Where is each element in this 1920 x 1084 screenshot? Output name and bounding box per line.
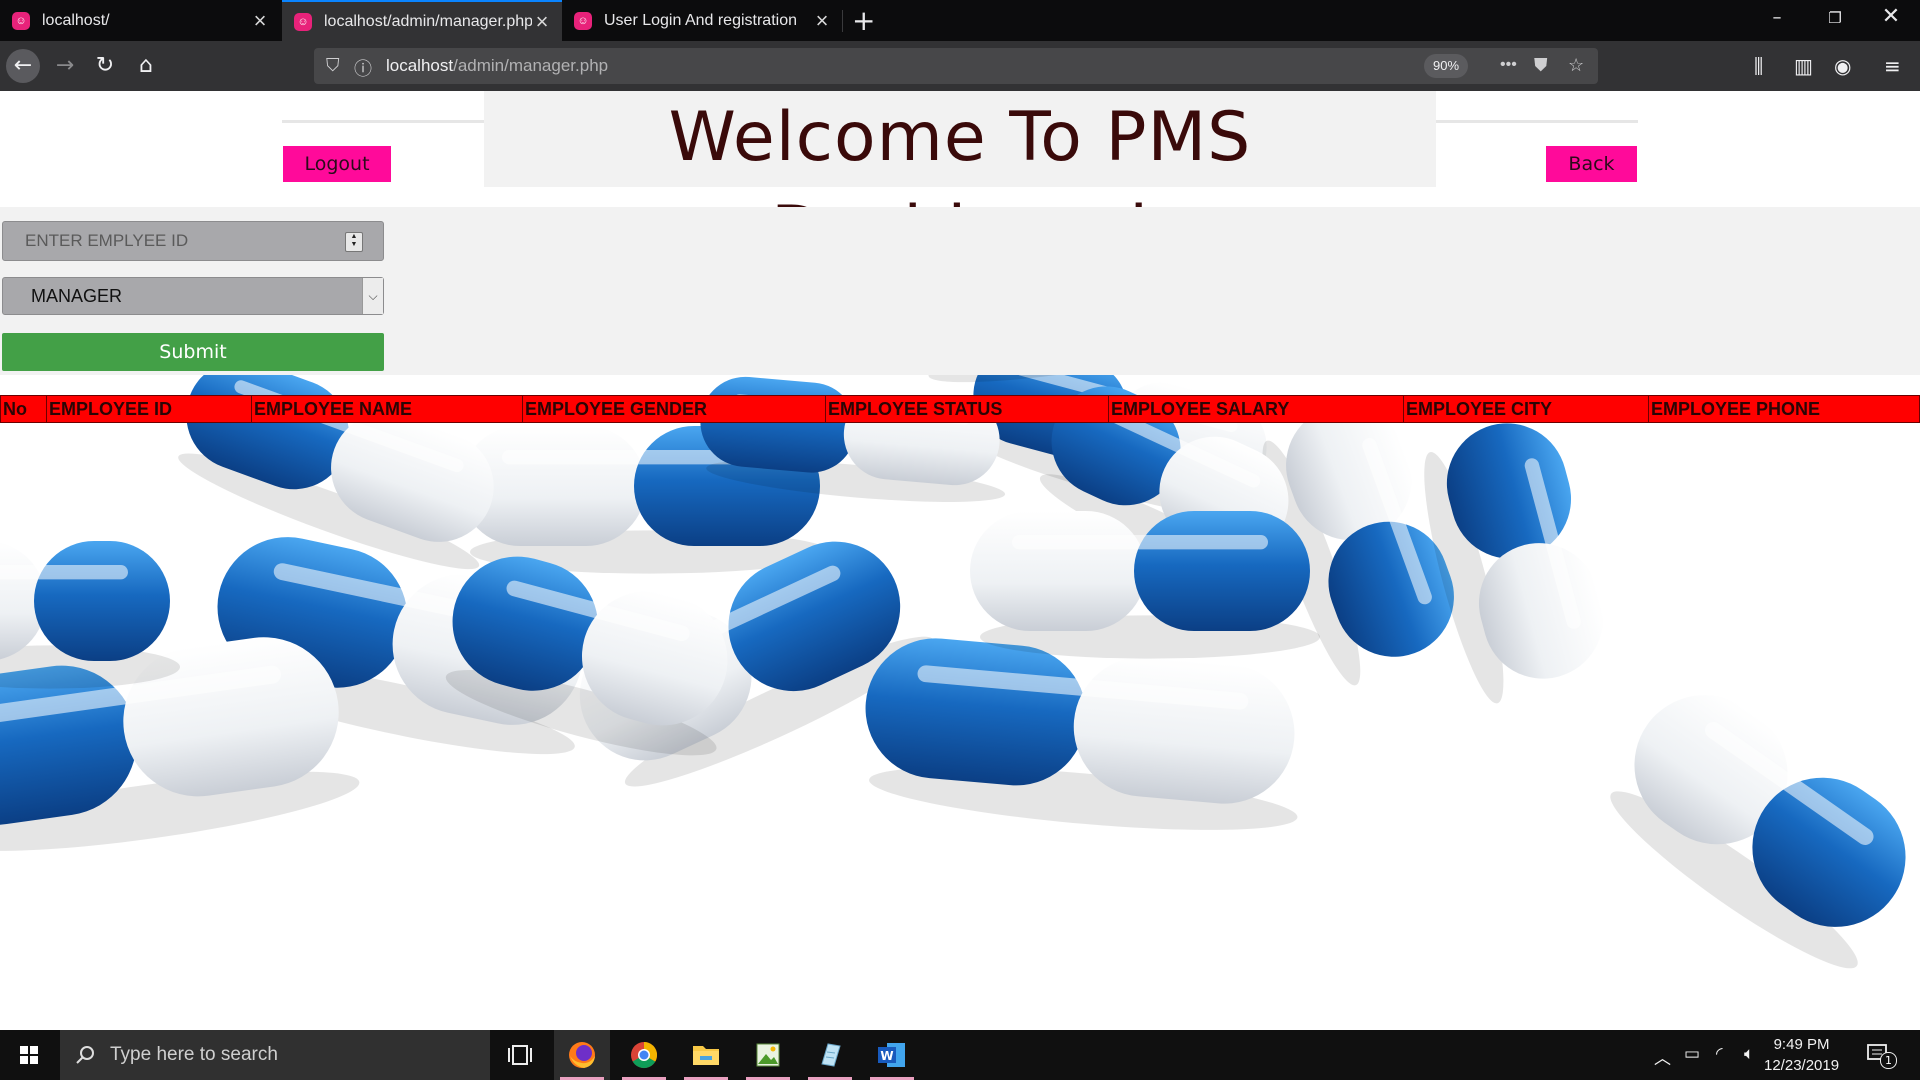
windows-start-icon[interactable] [0,1030,60,1080]
site-favicon-icon: ☺ [294,12,312,31]
library-icon[interactable]: ⫼ [1754,54,1763,78]
image-editor-icon[interactable] [740,1030,796,1080]
role-select-value: MANAGER [31,286,123,306]
tab-user-login[interactable]: ☺ User Login And registration × [562,0,842,41]
tab-close-icon[interactable]: × [250,8,270,34]
submit-button[interactable]: Submit [2,333,384,371]
tab-title: localhost/ [42,11,110,29]
taskbar-search-box[interactable]: Type here to search [60,1030,490,1080]
file-explorer-icon[interactable] [678,1030,734,1080]
zoom-level-badge[interactable]: 90% [1424,54,1469,78]
chrome-icon[interactable] [616,1030,672,1080]
search-icon [76,1046,94,1064]
employee-id-placeholder: ENTER EMPLYEE ID [25,231,189,250]
show-hidden-icons-chevron-icon[interactable]: ︿ [1654,1044,1671,1069]
capsule-pill-shape [865,638,1298,830]
svg-text:W: W [880,1049,893,1063]
new-tab-icon[interactable]: + [852,4,875,37]
browser-nav-bar: ← → ↻ ⌂ ⛉ ⓘ localhost/admin/manager.php … [0,41,1920,91]
clock-time: 9:49 PM [1773,1036,1830,1053]
back-button[interactable]: Back [1546,146,1637,182]
column-header-employee-gender: EMPLOYEE GENDER [522,395,826,423]
page-title: Welcome To PMS Dashboard [484,91,1436,271]
restore-icon[interactable]: ❐ [1820,9,1850,27]
wifi-icon[interactable]: ◜ [1716,1044,1723,1064]
column-header-employee-id: EMPLOYEE ID [46,395,252,423]
notification-count-badge: 1 [1880,1052,1897,1069]
home-icon[interactable]: ⌂ [129,49,163,83]
sidebar-icon[interactable]: ▥ [1794,54,1813,78]
reload-icon[interactable]: ↻ [88,49,122,83]
url-path: /admin/manager.php [453,56,609,75]
tab-title: localhost/admin/manager.php [324,12,532,30]
capsule-pill-shape [1424,423,1604,704]
battery-icon[interactable]: ▭ [1684,1044,1700,1064]
site-favicon-icon: ☺ [574,11,592,30]
table-header-row: No EMPLOYEE ID EMPLOYEE NAME EMPLOYEE GE… [0,395,1920,423]
notification-center-icon[interactable]: 1 [1866,1042,1897,1069]
tab-manager[interactable]: ☺ localhost/admin/manager.php × [282,0,562,41]
tracking-shield-icon[interactable]: ⛉ [326,55,340,76]
column-header-employee-salary: EMPLOYEE SALARY [1108,395,1404,423]
account-icon[interactable]: ◉ [1834,54,1851,78]
number-stepper-icon[interactable]: ▲ ▼ [345,232,363,252]
employee-id-input[interactable]: ENTER EMPLYEE ID ▲ ▼ [2,221,384,261]
tab-title: User Login And registration [604,11,797,29]
column-header-employee-city: EMPLOYEE CITY [1403,395,1649,423]
page-actions-icon[interactable]: ••• [1500,56,1517,74]
site-info-icon[interactable]: ⓘ [354,55,372,81]
search-placeholder: Type here to search [110,1044,278,1065]
column-header-employee-status: EMPLOYEE STATUS [825,395,1109,423]
site-favicon-icon: ☺ [12,11,30,30]
tab-close-icon[interactable]: × [532,9,552,35]
tab-localhost[interactable]: ☺ localhost/ × [0,0,280,41]
firefox-icon[interactable] [554,1030,610,1080]
employee-table: No EMPLOYEE ID EMPLOYEE NAME EMPLOYEE GE… [0,395,1920,423]
windows-taskbar: Type here to search W ︿ ▭ ◜ 🔈︎ 9:49 PM 1… [0,1030,1920,1080]
forward-arrow-icon[interactable]: → [48,49,82,83]
browser-tab-bar: ☺ localhost/ × ☺ localhost/admin/manager… [0,0,1920,41]
window-close-icon[interactable]: ✕ [1876,4,1906,29]
back-arrow-icon[interactable]: ← [6,49,40,83]
chevron-down-icon[interactable]: ⌵ [362,278,383,314]
column-header-employee-name: EMPLOYEE NAME [251,395,523,423]
minimize-icon[interactable]: – [1762,7,1792,28]
tab-separator [842,10,843,32]
role-select[interactable]: MANAGER ⌵ [2,277,384,315]
pocket-icon[interactable]: ⛊ [1534,55,1548,76]
search-form-panel: ENTER EMPLYEE ID ▲ ▼ MANAGER ⌵ Submit [0,207,1920,375]
menu-icon[interactable]: ≡ [1884,54,1901,78]
bookmark-star-icon[interactable]: ☆ [1568,55,1584,76]
volume-icon[interactable]: 🔈︎ [1744,1044,1754,1064]
clock-date: 12/23/2019 [1764,1057,1840,1074]
url-bar[interactable]: ⛉ ⓘ localhost/admin/manager.php 90% ••• … [314,48,1598,84]
url-host: localhost [386,56,454,75]
tab-close-icon[interactable]: × [812,8,832,34]
logout-button[interactable]: Logout [283,146,391,182]
capsule-pill-shape [0,541,180,689]
notepad-icon[interactable] [802,1030,858,1080]
column-header-employee-phone: EMPLOYEE PHONE [1648,395,1920,423]
word-icon[interactable]: W [864,1030,920,1080]
task-view-icon[interactable] [492,1030,548,1080]
capsule-pill-shape [1610,695,1906,969]
taskbar-clock[interactable]: 9:49 PM 12/23/2019 [1764,1034,1839,1076]
column-header-no: No [0,395,47,423]
web-page: Welcome To PMS Dashboard Logout Back ENT… [0,91,1920,1030]
url-text: localhost/admin/manager.php [386,56,608,76]
